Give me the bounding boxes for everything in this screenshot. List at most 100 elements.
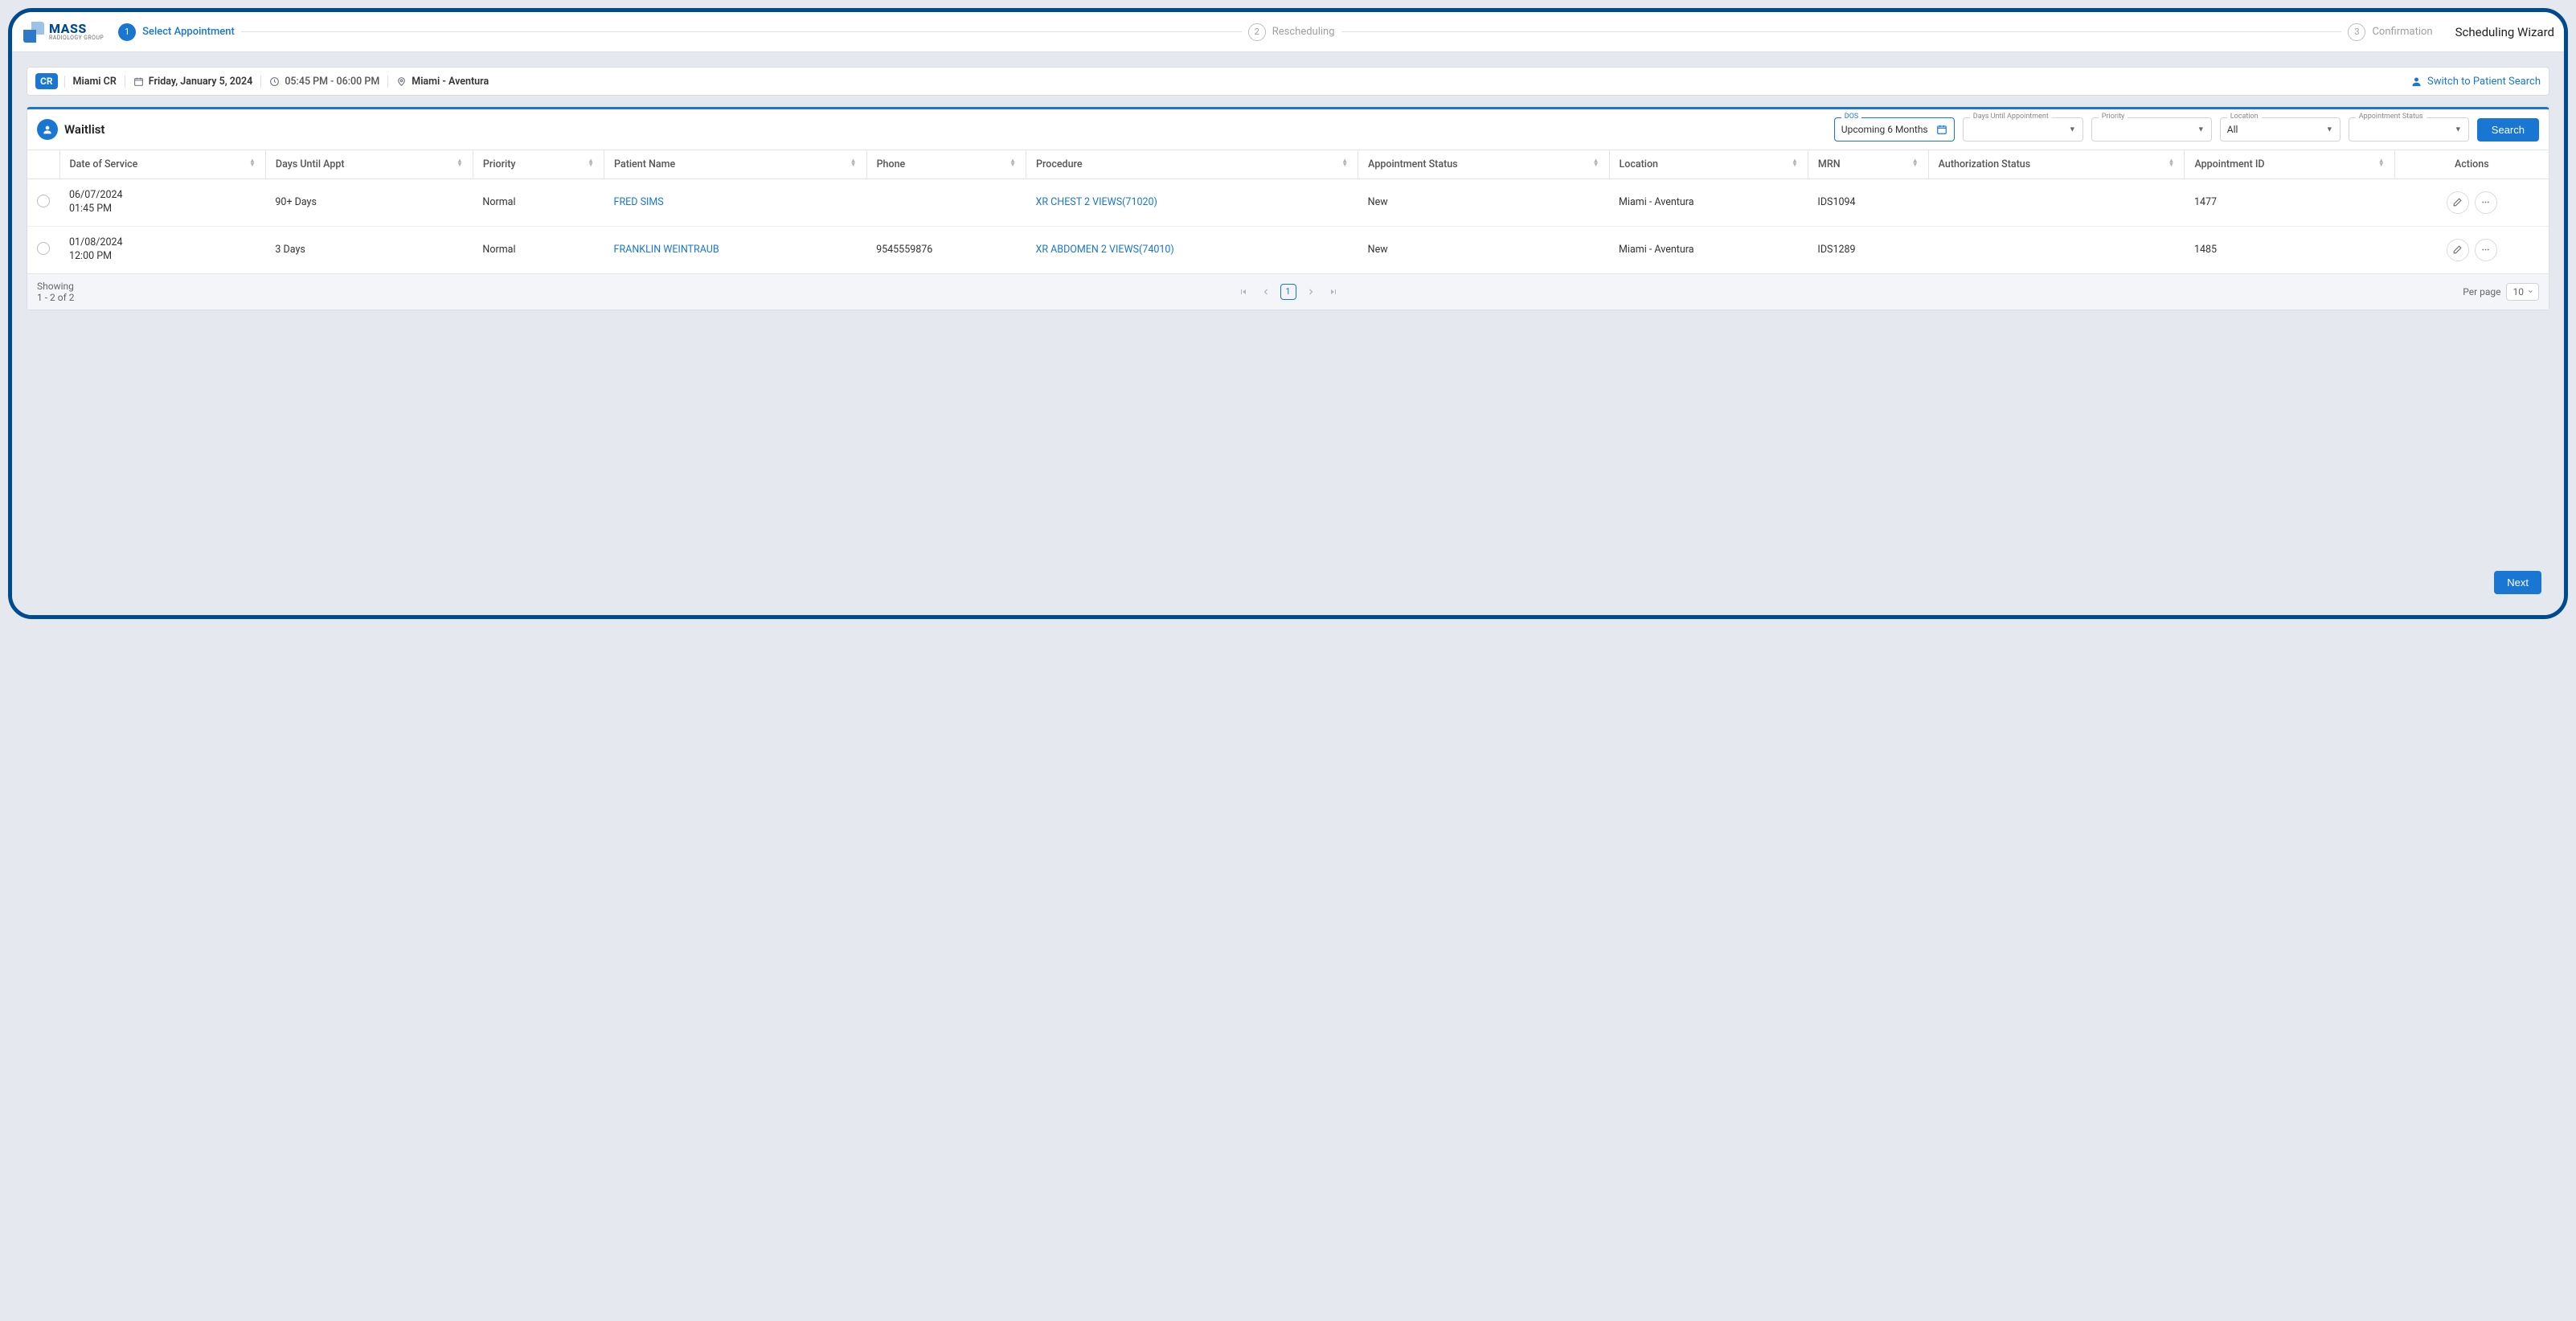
sort-icon: ▲▼ [1593,158,1599,166]
step-confirmation[interactable]: 3 Confirmation [2341,23,2439,41]
search-button[interactable]: Search [2477,118,2539,142]
caret-down-icon: ▼ [2326,125,2333,134]
last-page-icon [1329,287,1338,297]
person-circle-icon [37,119,58,140]
chevron-right-icon [1306,287,1316,297]
col-mrn[interactable]: MRN▲▼ [1808,150,1928,179]
cell-auth [1928,226,2185,273]
sort-icon: ▲▼ [1912,158,1919,166]
switch-to-patient-search-link[interactable]: Switch to Patient Search [2410,76,2541,88]
cell-mrn: IDS1094 [1808,179,1928,227]
step-rescheduling[interactable]: 2 Rescheduling [1242,23,1341,41]
calendar-icon [133,76,144,87]
col-appointment-id[interactable]: Appointment ID▲▼ [2185,150,2394,179]
cell-days: 90+ Days [265,179,473,227]
col-priority[interactable]: Priority▲▼ [473,150,604,179]
sort-icon: ▲▼ [249,158,256,166]
cell-phone [866,179,1026,227]
col-procedure[interactable]: Procedure▲▼ [1026,150,1358,179]
panel-title: Waitlist [64,122,104,137]
location-filter-value: All [2227,124,2238,135]
col-authorization-status[interactable]: Authorization Status▲▼ [1928,150,2185,179]
context-time: 05:45 PM - 06:00 PM [285,76,379,88]
cell-appt-id: 1477 [2185,179,2394,227]
col-actions: Actions [2394,150,2549,179]
first-page-icon [1239,287,1248,297]
procedure-link[interactable]: XR ABDOMEN 2 VIEWS(74010) [1036,244,1174,256]
edit-button[interactable] [2447,239,2469,261]
per-page-select[interactable]: 10 [2506,283,2540,301]
calendar-icon [1936,124,1947,135]
step-number: 1 [118,23,136,41]
cell-appt-id: 1485 [2185,226,2394,273]
sort-icon: ▲▼ [2378,158,2385,166]
step-label: Rescheduling [1272,26,1335,38]
cell-priority: Normal [473,226,604,273]
col-patient-name[interactable]: Patient Name▲▼ [604,150,867,179]
priority-filter[interactable]: Priority ▼ [2091,117,2212,142]
sort-icon: ▲▼ [2169,158,2175,166]
per-page-label: Per page [2463,286,2500,297]
patient-name-link[interactable]: FRANKLIN WEINTRAUB [614,244,719,256]
dos-filter-label: DOS [1841,113,1861,121]
days-filter-label: Days Until Appointment [1970,113,2052,121]
col-location[interactable]: Location▲▼ [1609,150,1808,179]
edit-button[interactable] [2447,191,2469,214]
person-icon [2410,76,2422,88]
patient-name-link[interactable]: FRED SIMS [614,196,664,208]
location-pin-icon [396,76,407,87]
step-separator [1341,31,2342,32]
edit-icon [2452,197,2463,207]
caret-down-icon: ▼ [2069,125,2076,134]
cell-dos-time: 01:45 PM [69,203,256,216]
more-button[interactable] [2475,239,2497,261]
switch-link-label: Switch to Patient Search [2427,76,2541,88]
sort-icon: ▲▼ [1341,158,1348,166]
chevron-left-icon [1261,287,1271,297]
col-appointment-status[interactable]: Appointment Status▲▼ [1358,150,1609,179]
col-date-of-service[interactable]: Date of Service▲▼ [59,150,265,179]
appointment-status-filter[interactable]: Appointment Status ▼ [2349,117,2469,142]
dos-filter[interactable]: DOS Upcoming 6 Months [1834,117,1955,142]
cell-appt-status: New [1358,226,1609,273]
days-until-appointment-filter[interactable]: Days Until Appointment ▼ [1963,117,2083,142]
col-days-until-appt[interactable]: Days Until Appt▲▼ [265,150,473,179]
row-radio[interactable] [37,195,50,207]
location-filter[interactable]: Location All ▼ [2220,117,2341,142]
col-phone[interactable]: Phone▲▼ [866,150,1026,179]
status-filter-label: Appointment Status [2356,113,2427,121]
sort-icon: ▲▼ [588,158,594,166]
row-radio[interactable] [37,242,50,255]
current-page[interactable]: 1 [1280,284,1296,300]
step-select-appointment[interactable]: 1 Select Appointment [112,23,241,41]
context-location: Miami - Aventura [412,76,489,88]
sort-icon: ▲▼ [1010,158,1016,166]
next-page-button[interactable] [1303,285,1319,298]
caret-down-icon: ▼ [2197,125,2205,134]
cell-priority: Normal [473,179,604,227]
first-page-button[interactable] [1235,285,1251,298]
logo-sub-text: RADIOLOGY GROUP [49,35,104,41]
last-page-button[interactable] [1325,285,1341,298]
next-button[interactable]: Next [2494,571,2541,594]
cell-dos-date: 06/07/2024 [69,189,256,203]
cell-phone: 9545559876 [866,226,1026,273]
cell-location: Miami - Aventura [1609,226,1808,273]
more-button[interactable] [2475,191,2497,214]
sort-icon: ▲▼ [850,158,857,166]
priority-filter-label: Priority [2099,113,2128,121]
table-row[interactable]: 06/07/202401:45 PM 90+ Days Normal FRED … [27,179,2549,227]
table-row[interactable]: 01/08/202412:00 PM 3 Days Normal FRANKLI… [27,226,2549,273]
wizard-title: Scheduling Wizard [2439,25,2554,39]
cell-appt-status: New [1358,179,1609,227]
edit-icon [2452,244,2463,255]
step-label: Confirmation [2372,26,2432,38]
context-date: Friday, January 5, 2024 [149,76,253,88]
showing-label: Showing [37,281,74,292]
caret-down-icon: ▼ [2455,125,2462,134]
brand-logo: MASS RADIOLOGY GROUP [12,22,112,43]
step-number: 3 [2348,23,2365,41]
prev-page-button[interactable] [1258,285,1274,298]
sort-icon: ▲▼ [457,158,463,166]
procedure-link[interactable]: XR CHEST 2 VIEWS(71020) [1036,196,1157,208]
